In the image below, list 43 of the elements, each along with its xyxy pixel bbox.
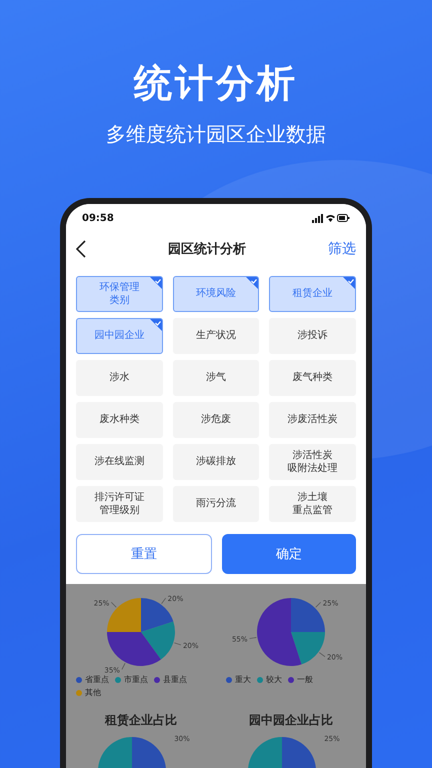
legend-label: 重大 (235, 674, 251, 685)
leader-line (318, 652, 326, 658)
promo-subtitle: 多维度统计园区企业数据 (106, 121, 326, 148)
back-icon[interactable] (76, 240, 86, 258)
filter-option[interactable]: 生产状况 (172, 318, 260, 354)
filter-option[interactable]: 涉碳排放 (172, 444, 260, 480)
filter-option[interactable]: 废水种类 (76, 402, 163, 438)
leader-line (122, 662, 126, 670)
filter-option[interactable]: 涉活性炭 吸附法处理 (269, 444, 356, 480)
leader-line (161, 598, 166, 604)
filter-link[interactable]: 筛选 (328, 240, 356, 258)
chart-title: 园中园企业占比 (249, 712, 333, 729)
filter-option[interactable]: 涉废活性炭 (269, 402, 356, 438)
filter-option[interactable]: 涉危废 (172, 402, 260, 438)
filter-option[interactable]: 雨污分流 (172, 486, 260, 522)
filter-option[interactable]: 涉土壤 重点监管 (269, 486, 356, 522)
status-icons (312, 213, 350, 223)
leader-line (315, 602, 322, 608)
filter-option[interactable]: 废气种类 (269, 360, 356, 396)
leader-line (110, 602, 117, 608)
filter-option[interactable]: 涉气 (172, 360, 260, 396)
chart-title: 租赁企业占比 (105, 712, 177, 729)
filter-option[interactable]: 涉水 (76, 360, 163, 396)
check-icon (150, 277, 162, 289)
page-title: 园区统计分析 (168, 240, 246, 258)
legend-label: 县重点 (163, 674, 187, 685)
legend-label: 市重点 (124, 674, 148, 685)
status-time: 09:58 (82, 212, 114, 224)
legend-label: 其他 (85, 687, 101, 698)
promo-title: 统计分析 (134, 60, 298, 107)
reset-button[interactable]: 重置 (76, 534, 212, 574)
check-icon (150, 319, 162, 331)
confirm-button[interactable]: 确定 (222, 534, 356, 574)
legend-label: 一般 (297, 674, 313, 685)
check-icon (246, 277, 258, 289)
filter-option[interactable]: 涉在线监测 (76, 444, 163, 480)
filter-option[interactable]: 涉投诉 (269, 318, 356, 354)
check-icon (342, 277, 355, 289)
filter-option[interactable]: 排污许可证 管理级别 (76, 486, 163, 522)
legend-label: 省重点 (85, 674, 109, 685)
leader-line (174, 642, 182, 646)
leader-line (249, 637, 257, 639)
legend-label: 较大 (266, 674, 282, 685)
